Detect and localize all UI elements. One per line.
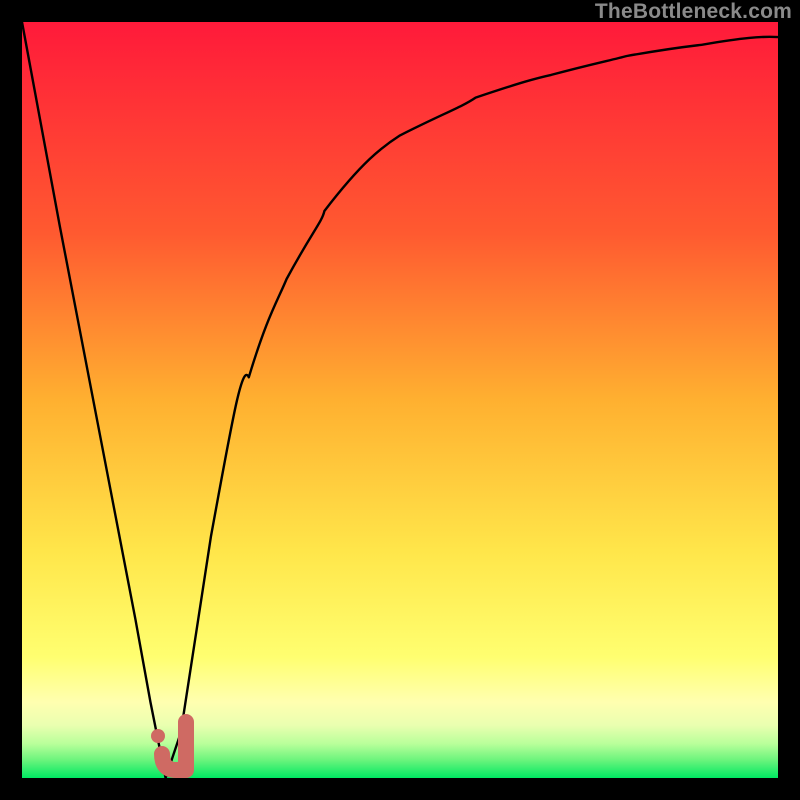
bottleneck-curve-line xyxy=(22,22,778,778)
watermark-text: TheBottleneck.com xyxy=(595,0,792,24)
chart-svg xyxy=(22,22,778,778)
chart-plot-area xyxy=(22,22,778,778)
chart-frame: TheBottleneck.com xyxy=(0,0,800,800)
